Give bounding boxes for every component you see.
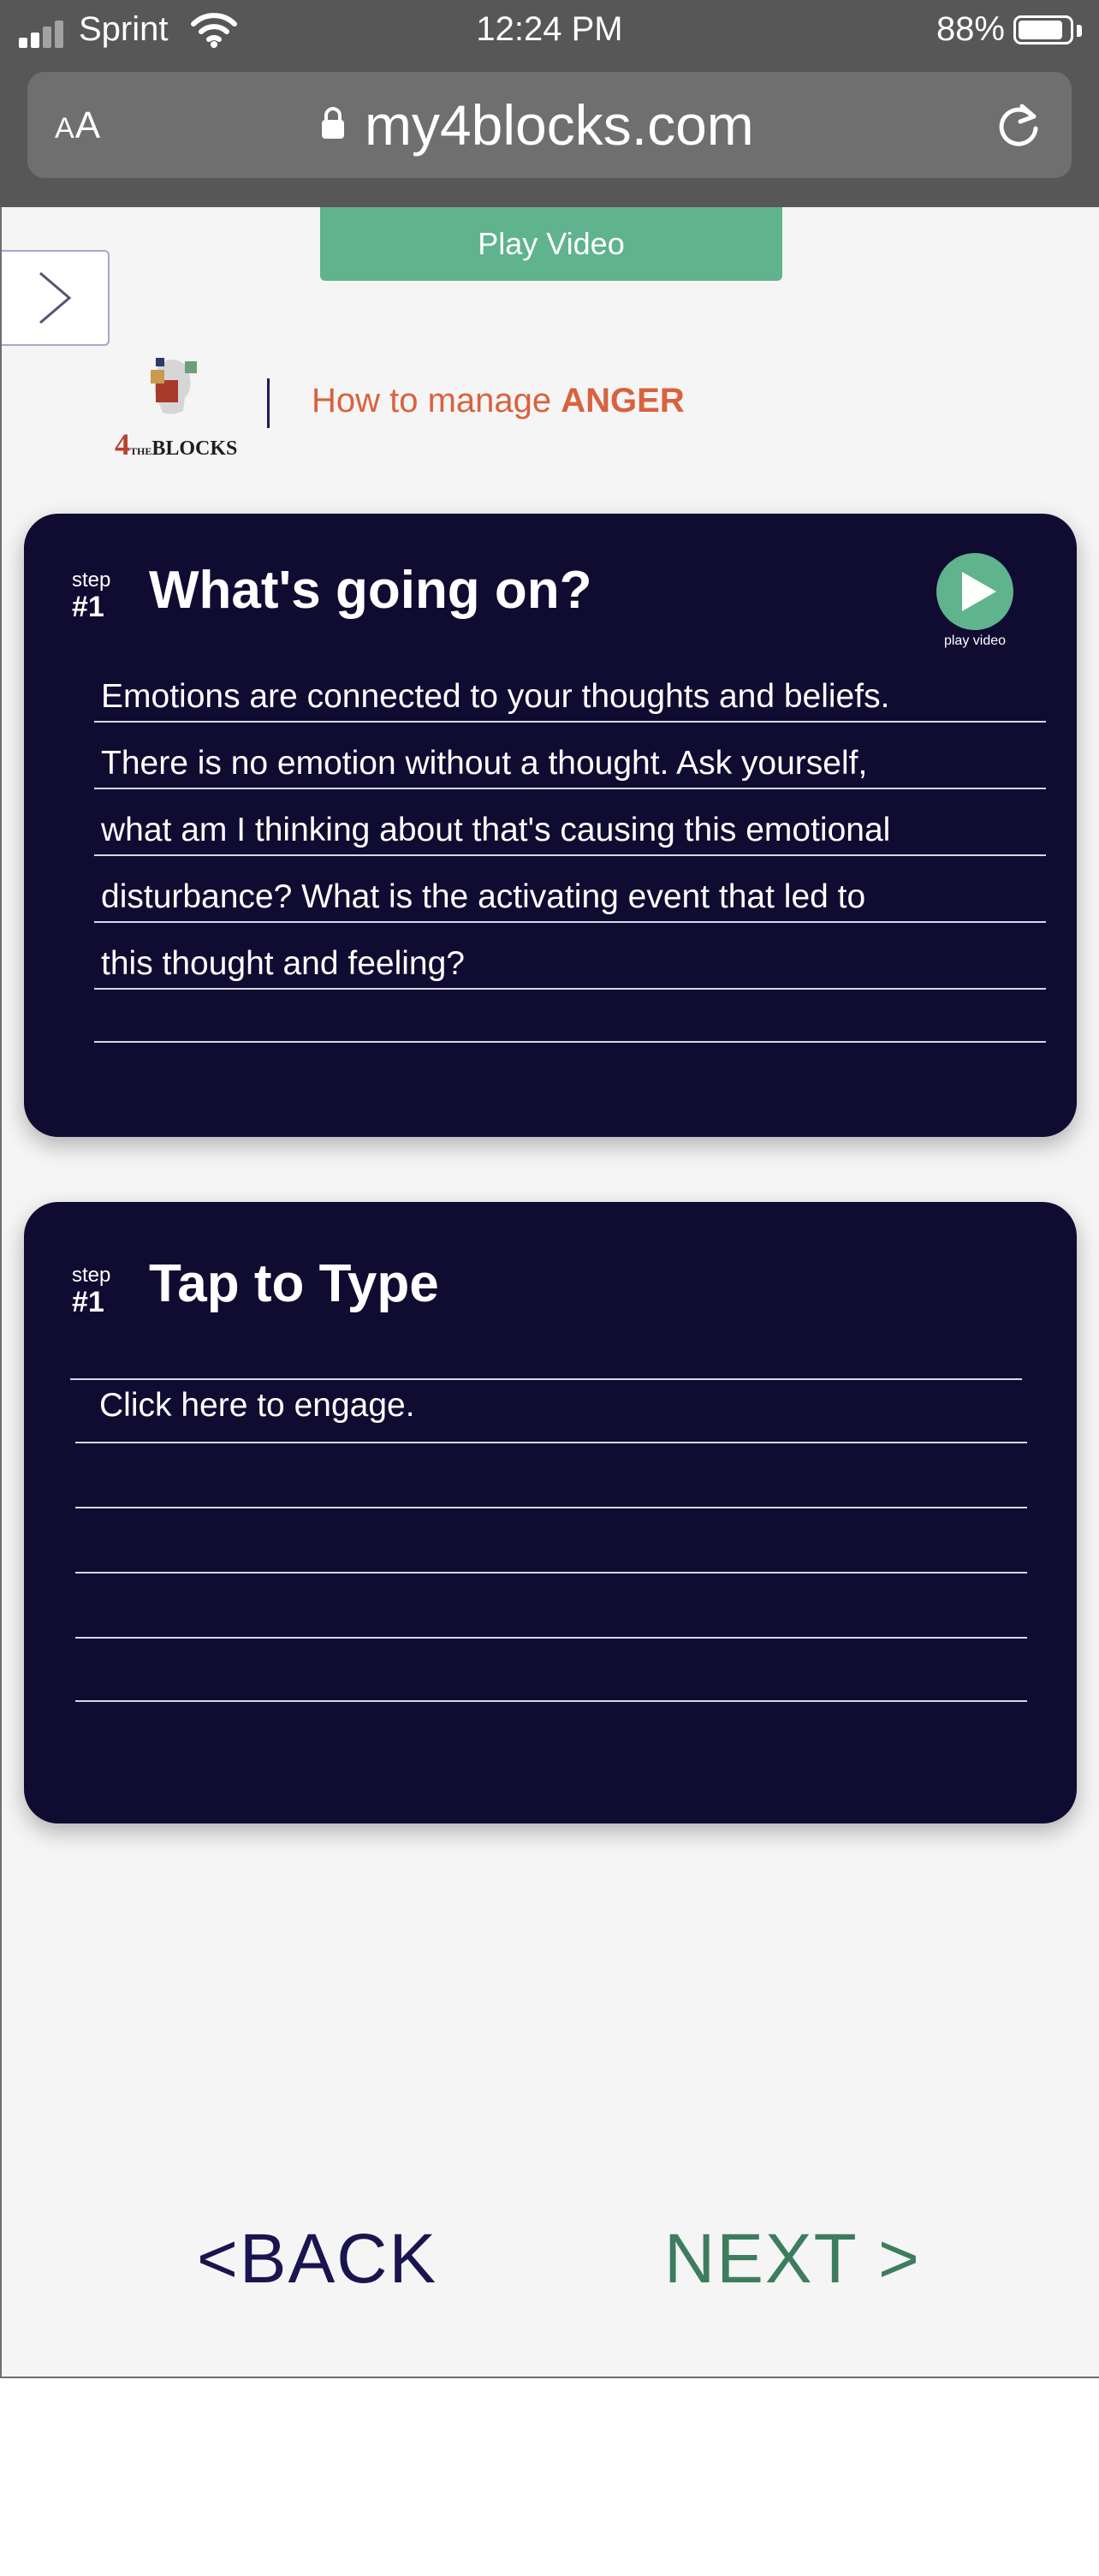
head-blocks-icon [151, 358, 197, 414]
ruled-line [94, 721, 1046, 723]
explanation-line: this thought and feeling? [101, 945, 466, 982]
page-viewport: Play Video 4THEBLOCKS How to manage ANGE… [0, 207, 1099, 2378]
explanation-card: step #1 What's going on? play video Emot… [24, 514, 1077, 1137]
battery-icon [1013, 15, 1073, 45]
play-video-button[interactable]: Play Video [320, 207, 782, 281]
clock: 12:24 PM [476, 10, 623, 48]
card-title: Tap to Type [149, 1254, 439, 1313]
card-title: What's going on? [149, 561, 592, 620]
ruled-line [94, 854, 1046, 856]
side-menu-toggle[interactable] [2, 250, 110, 346]
explanation-line: what am I thinking about that's causing … [101, 812, 891, 848]
play-video-caption[interactable]: play video [923, 634, 1027, 649]
step-badge: step #1 [72, 568, 111, 623]
logo-text: 4THEBLOCKS [115, 427, 238, 461]
ruled-line [75, 1700, 1027, 1702]
address-bar[interactable]: AA my4blocks.com [27, 72, 1072, 178]
topic-heading: How to manage ANGER [312, 382, 685, 419]
ruled-line [75, 1637, 1027, 1639]
play-icon [962, 572, 996, 611]
ruled-line [75, 1507, 1027, 1508]
ruled-line [75, 1442, 1027, 1443]
ruled-line [94, 988, 1046, 990]
url-domain[interactable]: my4blocks.com [365, 92, 754, 158]
text-size-button[interactable]: AA [55, 104, 101, 147]
ruled-line [75, 1572, 1027, 1574]
browser-chrome: Sprint 12:24 PM 88% AA my4blocks.com [0, 0, 1099, 207]
battery-percent: 88% [936, 10, 1005, 48]
explanation-line: There is no emotion without a thought. A… [101, 745, 868, 782]
topic-emphasis: ANGER [561, 382, 685, 419]
ruled-line [94, 788, 1046, 789]
chevron-right-icon [39, 271, 72, 324]
explanation-line: disturbance? What is the activating even… [101, 878, 866, 915]
journal-card: step #1 Tap to Type Click here to engage… [24, 1202, 1077, 1823]
status-bar: Sprint 12:24 PM 88% [0, 0, 1099, 65]
ruled-line [70, 1378, 1022, 1380]
four-blocks-logo: 4THEBLOCKS [111, 344, 237, 464]
header-separator [267, 378, 270, 428]
ruled-line [94, 921, 1046, 923]
explanation-line: Emotions are connected to your thoughts … [101, 678, 890, 715]
journal-input-placeholder[interactable]: Click here to engage. [99, 1387, 415, 1425]
ruled-line [94, 1041, 1046, 1043]
back-button[interactable]: <BACK [197, 2219, 437, 2299]
reload-icon[interactable] [993, 98, 1043, 151]
step-badge: step #1 [72, 1264, 111, 1318]
next-button[interactable]: NEXT > [664, 2219, 921, 2299]
lock-icon [322, 107, 344, 139]
play-video-icon[interactable] [936, 553, 1013, 630]
battery-tip [1077, 25, 1082, 37]
